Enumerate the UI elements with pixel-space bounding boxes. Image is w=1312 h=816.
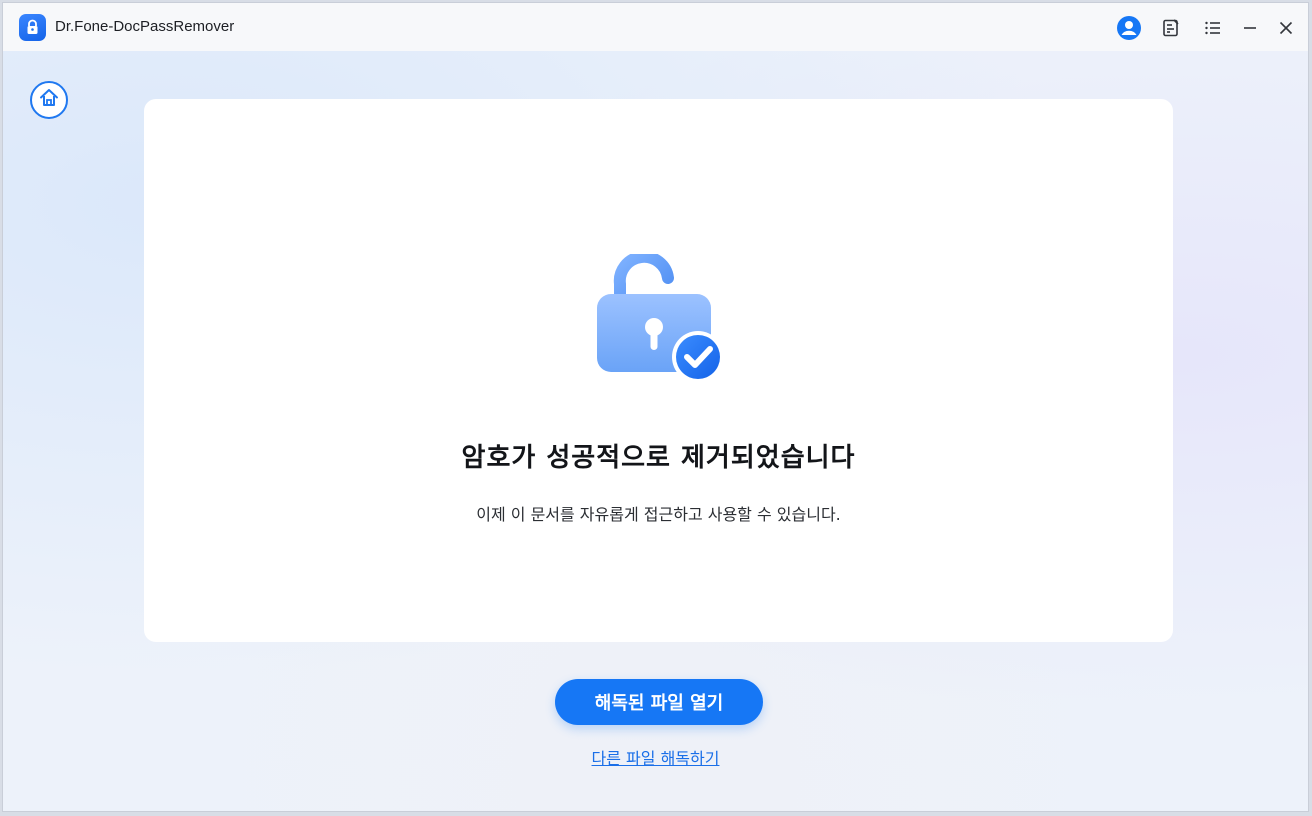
close-icon[interactable] [1273, 15, 1299, 41]
open-decrypted-file-button[interactable]: 해독된 파일 열기 [555, 679, 763, 725]
menu-icon[interactable] [1200, 15, 1226, 41]
decrypt-another-file-link-text[interactable]: 다른 파일 해독하기 [592, 749, 720, 768]
title-bar: Dr.Fone-DocPassRemover [3, 3, 1308, 51]
home-icon [37, 86, 61, 114]
window-title: Dr.Fone-DocPassRemover [55, 18, 235, 35]
minimize-icon[interactable] [1237, 15, 1263, 41]
lock-app-icon [19, 14, 46, 41]
success-subtext: 이제 이 문서를 자유롭게 접근하고 사용할 수 있습니다. [476, 505, 841, 524]
result-card: 암호가 성공적으로 제거되었습니다 이제 이 문서를 자유롭게 접근하고 사용할… [144, 99, 1173, 642]
unlocked-lock-with-check-icon [592, 250, 732, 394]
home-button[interactable] [30, 81, 68, 119]
account-icon[interactable] [1116, 15, 1142, 41]
feedback-icon[interactable] [1158, 15, 1184, 41]
success-headline: 암호가 성공적으로 제거되었습니다 [461, 443, 856, 473]
decrypt-another-file-link: 다른 파일 해독하기 [3, 745, 1308, 769]
main-content: 암호가 성공적으로 제거되었습니다 이제 이 문서를 자유롭게 접근하고 사용할… [3, 51, 1308, 811]
app-window: Dr.Fone-DocPassRemover 암호가 성공적으로 제거되었습니다… [2, 2, 1309, 812]
